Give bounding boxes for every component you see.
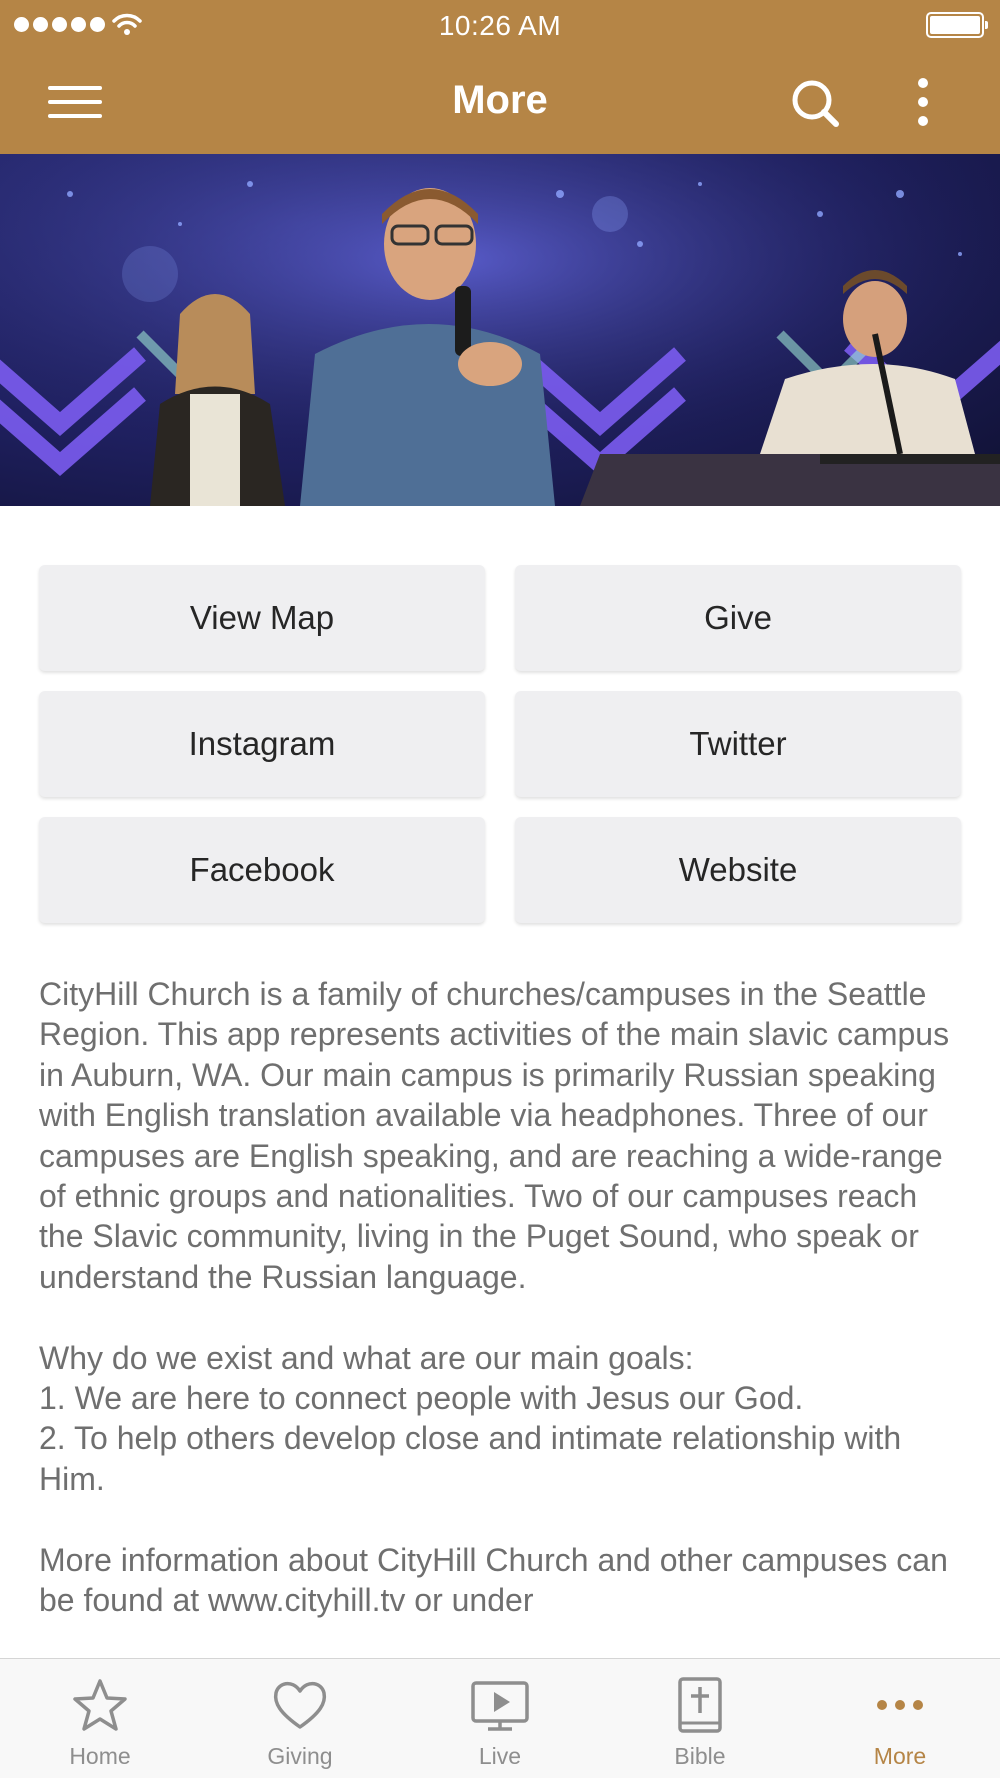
- tab-label: More: [873, 1743, 927, 1769]
- twitter-button[interactable]: Twitter: [515, 691, 961, 797]
- tab-bible[interactable]: Bible: [600, 1659, 800, 1778]
- search-icon[interactable]: [786, 74, 846, 130]
- tab-live[interactable]: Live: [400, 1659, 600, 1778]
- status-bar: 10:26 AM: [0, 0, 1000, 50]
- navigation-bar: More: [0, 50, 1000, 154]
- overflow-menu-icon[interactable]: [898, 74, 950, 130]
- hero-banner-image: [0, 154, 1000, 506]
- tab-bar: Home Giving Live Bible More: [0, 1658, 1000, 1778]
- tab-more[interactable]: More: [800, 1659, 1000, 1778]
- app-header: 10:26 AM More: [0, 0, 1000, 154]
- tab-label: Bible: [674, 1743, 726, 1769]
- tab-label: Giving: [267, 1743, 333, 1769]
- heart-icon: [273, 1681, 327, 1729]
- status-time: 10:26 AM: [438, 10, 562, 41]
- instagram-button[interactable]: Instagram: [39, 691, 485, 797]
- church-description: CityHill Church is a family of churches/…: [39, 976, 950, 1619]
- battery-icon: [926, 12, 988, 38]
- hamburger-menu-icon[interactable]: [40, 76, 112, 128]
- star-icon: [73, 1679, 127, 1731]
- quick-links-grid: View Map Give Instagram Twitter Facebook…: [39, 565, 961, 923]
- bible-icon: [678, 1677, 722, 1733]
- tab-label: Home: [69, 1743, 131, 1769]
- tab-home[interactable]: Home: [0, 1659, 200, 1778]
- website-button[interactable]: Website: [515, 817, 961, 923]
- give-button[interactable]: Give: [515, 565, 961, 671]
- tab-giving[interactable]: Giving: [200, 1659, 400, 1778]
- view-map-button[interactable]: View Map: [39, 565, 485, 671]
- tv-play-icon: [471, 1681, 529, 1731]
- facebook-button[interactable]: Facebook: [39, 817, 485, 923]
- tab-label: Live: [478, 1743, 522, 1769]
- page-title: More: [452, 78, 548, 122]
- more-dots-icon: [877, 1700, 923, 1710]
